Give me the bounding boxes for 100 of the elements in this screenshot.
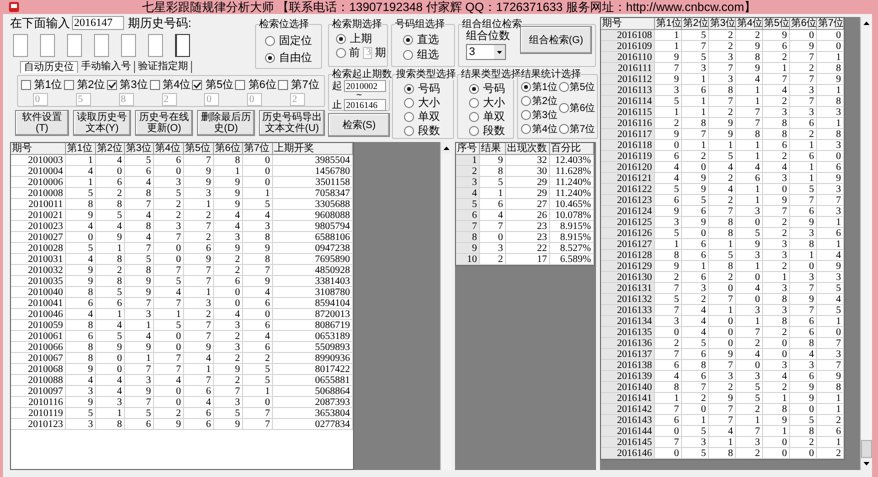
column-header[interactable]: 第7位 — [243, 143, 273, 155]
column-header[interactable]: 第7位 — [817, 18, 844, 30]
scrollbar[interactable] — [860, 17, 872, 470]
column-header[interactable]: 第3位 — [125, 143, 154, 155]
button[interactable]: 软件设置(T) — [15, 110, 69, 136]
radio-button[interactable] — [521, 110, 531, 120]
radio-button[interactable] — [265, 52, 275, 62]
table-cell: 4 — [66, 375, 96, 386]
radio-button[interactable] — [404, 126, 414, 136]
dropdown[interactable]: 3 — [466, 44, 506, 60]
radio-button[interactable] — [469, 98, 479, 108]
period-input[interactable]: 2016147 — [72, 16, 124, 30]
table-cell: 0 — [154, 397, 184, 408]
radio-button[interactable] — [404, 112, 414, 122]
table-cell: 8 — [66, 342, 96, 353]
radio-button[interactable] — [469, 126, 479, 136]
checkbox[interactable] — [21, 80, 31, 90]
table-cell: 8 — [817, 96, 844, 107]
table-cell: 1 — [682, 107, 709, 118]
column-header[interactable]: 第5位 — [763, 18, 790, 30]
tab[interactable]: 验证指定期 — [135, 61, 192, 73]
radio-button[interactable] — [336, 34, 346, 44]
column-header[interactable]: 第2位 — [682, 18, 709, 30]
checkbox[interactable] — [150, 80, 160, 90]
column-header[interactable]: 第1位 — [655, 18, 682, 30]
table-cell: 9 — [763, 195, 790, 206]
table-cell: 2 — [790, 129, 817, 140]
radio-button[interactable] — [336, 48, 346, 58]
digit-field[interactable] — [13, 34, 28, 57]
table-cell: 9 — [817, 371, 844, 382]
period-field[interactable]: 2010002 — [344, 80, 386, 92]
checkbox[interactable] — [278, 80, 288, 90]
table-cell: 8 — [709, 261, 736, 272]
radio-button[interactable] — [404, 98, 414, 108]
checkbox[interactable] — [192, 80, 202, 90]
table-cell: 2 — [184, 232, 214, 243]
column-header[interactable]: 出现次数 — [506, 143, 550, 155]
checkbox[interactable] — [235, 80, 246, 90]
button[interactable]: 历史号码导出文本文件(U) — [259, 110, 325, 136]
table-cell: 2 — [709, 272, 736, 283]
radio-button[interactable] — [521, 96, 531, 106]
button[interactable]: 历史号在线更新(O) — [135, 110, 193, 136]
table-cell: 1 — [763, 272, 790, 283]
digit-field[interactable] — [94, 34, 109, 57]
radio-button[interactable] — [521, 124, 531, 134]
checkbox[interactable] — [106, 80, 117, 90]
column-header[interactable]: 第6位 — [790, 18, 817, 30]
table-cell: 9 — [125, 276, 154, 287]
radio-button[interactable] — [265, 36, 275, 46]
tab[interactable]: 手动输入号 — [78, 61, 135, 73]
column-header[interactable]: 第1位 — [66, 143, 96, 155]
radio-button[interactable] — [403, 50, 413, 60]
radio-button[interactable] — [469, 84, 479, 94]
digit-field[interactable] — [121, 34, 136, 57]
field-label: 止 — [332, 100, 342, 110]
tab[interactable]: 自动历史位 — [20, 61, 78, 73]
table-cell: 5 — [736, 382, 763, 393]
table-cell: 2016111 — [601, 63, 655, 74]
table-cell: 2 — [763, 228, 790, 239]
button[interactable]: 删除最后历史(D) — [197, 110, 255, 136]
radio-button[interactable] — [469, 112, 479, 122]
radio-label: 直选 — [417, 34, 439, 46]
table-cell: 5 — [655, 294, 682, 305]
column-header[interactable]: 上期开奖 — [273, 143, 353, 155]
digit-field[interactable] — [67, 34, 82, 57]
scrollbar[interactable] — [440, 142, 452, 470]
table-cell: 1 — [790, 162, 817, 173]
button[interactable]: 检索(S) — [328, 113, 390, 137]
radio-button[interactable] — [403, 34, 413, 44]
radio-label: 上期 — [350, 33, 372, 45]
table-cell: 4 — [790, 349, 817, 360]
column-header[interactable]: 第4位 — [154, 143, 184, 155]
table-cell: 6 — [817, 426, 844, 437]
scroll-thumb[interactable] — [861, 440, 872, 458]
digit-field[interactable] — [40, 34, 55, 57]
column-header[interactable]: 第5位 — [184, 143, 214, 155]
table-cell: 4 — [763, 371, 790, 382]
radio-button[interactable] — [558, 82, 569, 92]
digit-field[interactable] — [148, 34, 163, 57]
radio-button[interactable] — [558, 103, 569, 113]
column-header[interactable]: 第4位 — [736, 18, 763, 30]
period-field[interactable]: 2016146 — [344, 99, 386, 111]
column-header[interactable]: 期号 — [601, 18, 655, 30]
table-cell: 2010008 — [11, 188, 66, 199]
button[interactable]: 组合检索(G) — [520, 26, 592, 54]
button[interactable]: 读取历史号文本(Y) — [73, 110, 131, 136]
radio-button[interactable] — [404, 84, 414, 94]
table-cell: 8 — [709, 448, 736, 459]
table-cell: 8 — [736, 129, 763, 140]
digit-field[interactable] — [175, 34, 190, 57]
column-header[interactable]: 百分比 — [550, 143, 594, 155]
column-header[interactable]: 期号 — [11, 143, 66, 155]
column-header[interactable]: 第6位 — [214, 143, 243, 155]
checkbox[interactable] — [64, 80, 74, 90]
column-header[interactable]: 第3位 — [709, 18, 736, 30]
column-header[interactable]: 第2位 — [96, 143, 125, 155]
radio-button[interactable] — [521, 82, 531, 92]
column-header[interactable]: 结果 — [480, 143, 506, 155]
table-cell: 0 — [154, 331, 184, 342]
radio-button[interactable] — [558, 124, 569, 134]
